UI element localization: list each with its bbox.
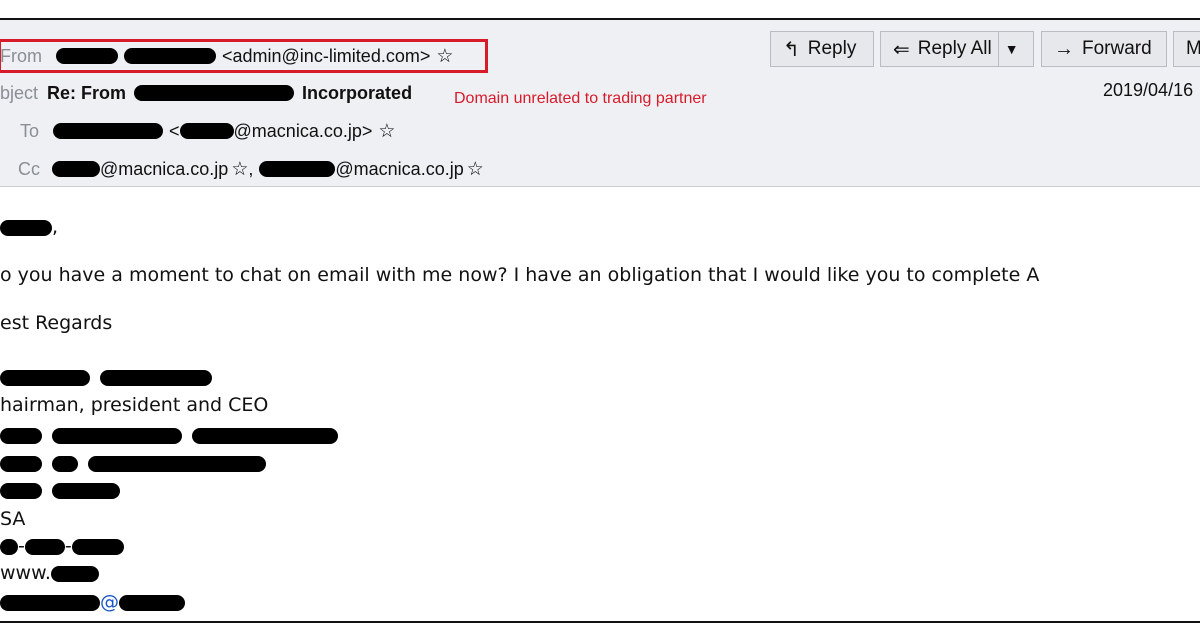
redacted-company-3: [192, 427, 339, 444]
subject-row: bject Re: From Incorporated: [0, 76, 412, 110]
redacted-company-1: [0, 427, 42, 444]
redacted-address-3: [88, 455, 267, 472]
signature-phone: --: [0, 535, 124, 557]
redacted-email-domain: [119, 594, 185, 611]
forward-label: Forward: [1082, 38, 1152, 59]
closing-line: est Regards: [0, 312, 113, 334]
star-icon[interactable]: ☆: [231, 158, 248, 181]
cc-row: Cc @macnica.co.jp ☆ , @macnica.co.jp ☆: [18, 152, 484, 186]
star-icon[interactable]: ☆: [378, 120, 395, 143]
reply-button[interactable]: ↰ Reply: [770, 31, 874, 67]
greeting-comma: ,: [52, 216, 59, 238]
cc-email-1[interactable]: @macnica.co.jp: [100, 159, 228, 180]
forward-icon: →: [1054, 37, 1074, 60]
message-line: o you have a moment to chat on email wit…: [0, 264, 1040, 286]
more-button[interactable]: M: [1173, 31, 1200, 67]
signature-title: hairman, president and CEO: [0, 394, 269, 416]
redacted-sig-first: [0, 369, 90, 386]
redacted-subject: [134, 85, 295, 101]
cc-separator: ,: [248, 158, 254, 179]
redacted-phone-1: [0, 538, 18, 555]
subject-prefix: Re: From: [47, 82, 127, 103]
redacted-recipient-user: [179, 123, 234, 139]
redacted-address-1: [0, 455, 42, 472]
greeting-line: ,: [0, 216, 58, 238]
redacted-address-5: [52, 482, 121, 499]
redacted-website: [50, 565, 99, 582]
reply-icon: ↰: [783, 38, 800, 61]
reply-all-label: Reply All: [917, 38, 992, 59]
more-label: M: [1186, 38, 1200, 60]
reply-all-button[interactable]: ⇐ Reply All ▼: [880, 31, 1034, 67]
redacted-company-2: [52, 427, 183, 444]
redacted-greeting-name: [0, 219, 52, 236]
redacted-address-4: [0, 482, 42, 499]
signature-address-1: [0, 452, 267, 474]
subject-label: bject: [0, 82, 39, 103]
redacted-sig-last: [100, 369, 213, 386]
message-date: 2019/04/16: [1103, 80, 1194, 100]
website-prefix: www.: [0, 562, 51, 584]
subject-suffix: Incorporated: [302, 82, 413, 103]
redacted-address-2: [52, 455, 79, 472]
email-at: @: [100, 591, 119, 613]
to-row: To < @macnica.co.jp> ☆: [20, 114, 395, 148]
reply-all-icon: ⇐: [893, 38, 910, 61]
from-highlight-box: [0, 39, 488, 73]
signature-website: www.: [0, 562, 99, 584]
forward-button[interactable]: → Forward: [1041, 31, 1167, 67]
to-email-start: <: [169, 120, 180, 141]
signature-email[interactable]: @: [0, 591, 185, 613]
redacted-phone-3: [71, 538, 124, 555]
cc-label: Cc: [18, 158, 40, 179]
to-label: To: [20, 120, 40, 141]
annotation-text: Domain unrelated to trading partner: [454, 90, 707, 107]
message-header: From <admin@inc-limited.com> ☆ bject Re:…: [0, 20, 1200, 187]
signature-country: SA: [0, 508, 26, 530]
redacted-email-user: [0, 594, 100, 611]
redacted-cc-user-1: [52, 161, 100, 177]
phone-separator: -: [64, 535, 72, 557]
signature-company: [0, 424, 339, 446]
redacted-recipient-name: [53, 123, 164, 139]
phone-separator: -: [18, 535, 25, 557]
email-window: From <admin@inc-limited.com> ☆ bject Re:…: [0, 18, 1200, 623]
signature-name: [0, 366, 213, 388]
redacted-phone-2: [24, 538, 65, 555]
redacted-cc-user-2: [259, 161, 336, 177]
reply-label: Reply: [807, 38, 857, 59]
star-icon[interactable]: ☆: [467, 158, 484, 181]
signature-address-2: [0, 479, 121, 501]
to-email-end[interactable]: @macnica.co.jp>: [234, 121, 373, 142]
chevron-down-icon[interactable]: ▼: [997, 32, 1025, 66]
cc-email-2[interactable]: @macnica.co.jp: [335, 159, 463, 180]
